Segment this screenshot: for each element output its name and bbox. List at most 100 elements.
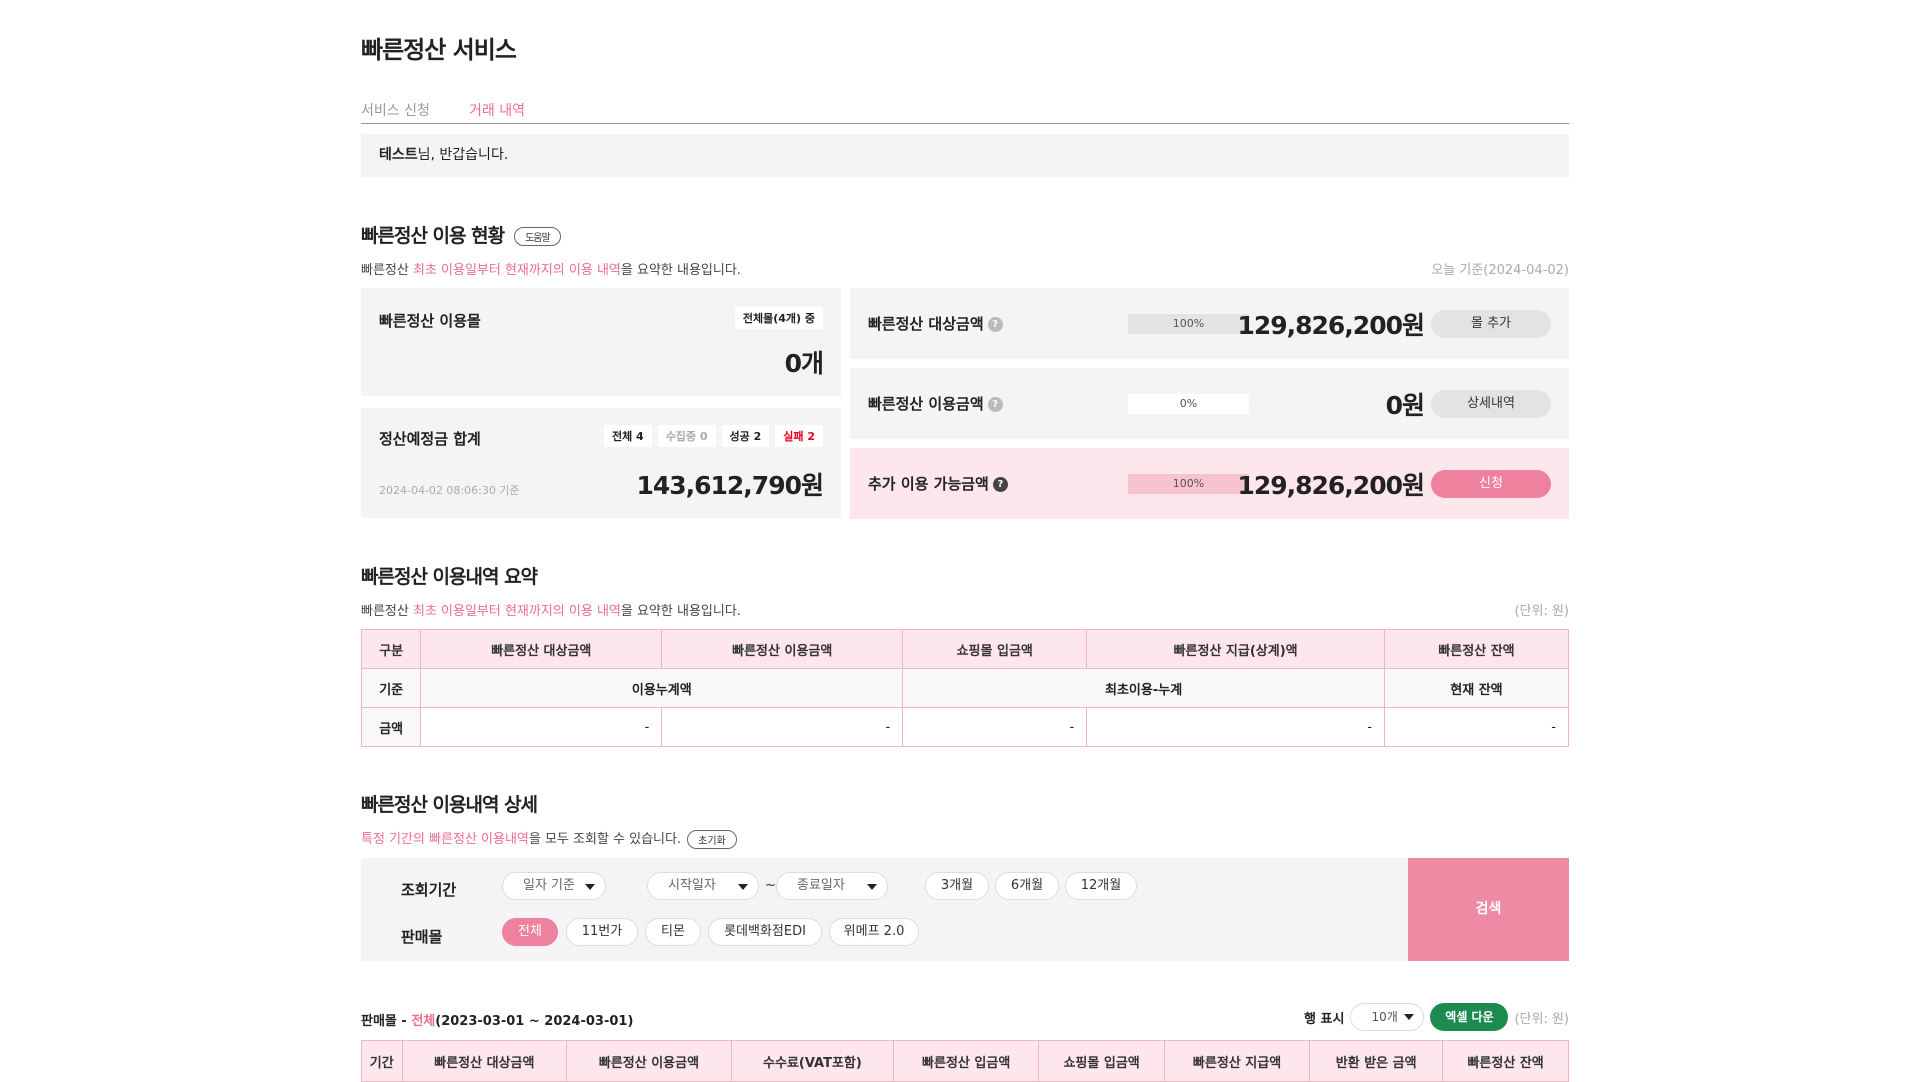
mall-chip-tmon[interactable]: 티몬	[645, 918, 701, 946]
mall-chip-wemakeprice[interactable]: 위메프 2.0	[829, 918, 919, 946]
apply-button[interactable]: 신청	[1431, 470, 1551, 498]
status-title-text: 빠른정산 이용 현황	[361, 225, 505, 247]
tag-fail: 실패 2	[775, 425, 823, 447]
mall-chip-lotte-edi[interactable]: 롯데백화점EDI	[708, 918, 822, 946]
end-date-value: 종료일자	[797, 878, 845, 893]
date-note: 오늘 기준(2024-04-02)	[1431, 263, 1569, 278]
add-mall-button[interactable]: 몰 추가	[1431, 310, 1551, 338]
settle-tags: 전체 4 수집중 0 성공 2 실패 2	[598, 425, 823, 447]
status-description: 빠른정산 최초 이용일부터 현재까지의 이용 내역을 요약한 내용입니다.	[361, 259, 741, 278]
used-amount-value: 0원	[1385, 391, 1425, 420]
table-cell: -	[902, 707, 1088, 747]
malls-tag: 전체몰(4개) 중	[734, 307, 823, 329]
mall-chip-all[interactable]: 전체	[502, 918, 558, 946]
table-header: 반환 받은 금액	[1309, 1040, 1444, 1082]
target-amount-label: 빠른정산 대상금액?	[868, 313, 1003, 334]
table-header: 빠른정산 지급(상계)액	[1086, 629, 1385, 669]
help-icon[interactable]: ?	[987, 317, 1003, 332]
excel-download-button[interactable]: 엑셀 다운	[1430, 1003, 1509, 1031]
available-amount-value: 129,826,200원	[1237, 471, 1425, 500]
date-basis-value: 일자 기준	[523, 878, 575, 893]
range-6-months-button[interactable]: 6개월	[995, 872, 1059, 900]
start-date-select[interactable]: 시작일자	[647, 872, 759, 900]
target-amount-label-text: 빠른정산 대상금액	[868, 315, 984, 333]
table-row: 기간 빠른정산 대상금액 빠른정산 이용금액 수수료(VAT포함) 빠른정산 입…	[361, 1040, 1569, 1082]
table-row: 구분 빠른정산 대상금액 빠른정산 이용금액 쇼핑몰 입금액 빠른정산 지급(상…	[360, 629, 1570, 669]
available-amount-label-text: 추가 이용 가능금액	[868, 475, 989, 493]
chevron-down-icon	[738, 884, 748, 890]
detail-unit-note: (단위: 원)	[1514, 1011, 1569, 1027]
table-cell: 현재 잔액	[1383, 668, 1570, 708]
detail-desc-highlight: 특정 기간의 빠른정산 이용내역	[361, 832, 529, 847]
status-desc-highlight: 최초 이용일부터 현재까지의 이용 내역	[412, 263, 621, 278]
table-cell: -	[420, 707, 663, 747]
mall-chip-11st[interactable]: 11번가	[566, 918, 638, 946]
range-3-months-button[interactable]: 3개월	[925, 872, 989, 900]
user-name: 테스트	[379, 147, 418, 163]
result-prefix: 판매몰 -	[361, 1014, 412, 1029]
tab-service-apply[interactable]: 서비스 신청	[361, 100, 430, 120]
tag-all: 전체 4	[603, 425, 652, 447]
available-amount-label: 추가 이용 가능금액?	[868, 473, 1008, 494]
table-header: 빠른정산 이용금액	[566, 1040, 732, 1082]
chevron-down-icon	[585, 884, 595, 890]
table-header: 기간	[361, 1040, 403, 1082]
table-row: 금액 - - - - -	[360, 707, 1570, 747]
search-button[interactable]: 검색	[1408, 858, 1569, 961]
summary-desc-post: 을 요약한 내용입니다.	[620, 604, 741, 619]
used-amount-row: 빠른정산 이용금액? 0% 0원 상세내역	[850, 368, 1569, 439]
detail-description: 특정 기간의 빠른정산 이용내역을 모두 조회할 수 있습니다. 초기화	[361, 828, 737, 849]
tag-collecting: 수집중 0	[657, 425, 716, 447]
status-desc-pre: 빠른정산	[361, 263, 413, 278]
target-amount-percent: 100%	[1172, 317, 1205, 330]
table-cell: -	[1383, 707, 1570, 747]
detail-table: 기간 빠른정산 대상금액 빠른정산 이용금액 수수료(VAT포함) 빠른정산 입…	[361, 1040, 1569, 1082]
chevron-down-icon	[1404, 1014, 1415, 1020]
details-button[interactable]: 상세내역	[1431, 390, 1551, 418]
date-basis-select[interactable]: 일자 기준	[502, 872, 606, 900]
table-row: 기준 이용누계액 최초이용-누계 현재 잔액	[360, 668, 1570, 708]
table-header: 구분	[360, 629, 422, 669]
rows-per-page-select[interactable]: 10개	[1350, 1003, 1425, 1031]
result-toolbar: 행 표시 10개 엑셀 다운 (단위: 원)	[1304, 1003, 1569, 1031]
status-section-title: 빠른정산 이용 현황 도움말	[361, 221, 561, 248]
detail-section-title: 빠른정산 이용내역 상세	[361, 794, 538, 816]
table-header: 쇼핑몰 입금액	[902, 629, 1088, 669]
range-12-months-button[interactable]: 12개월	[1065, 872, 1137, 900]
help-button[interactable]: 도움말	[514, 227, 561, 246]
summary-description: 빠른정산 최초 이용일부터 현재까지의 이용 내역을 요약한 내용입니다.	[361, 600, 741, 619]
result-caption: 판매몰 - 전체(2023-03-01 ~ 2024-03-01)	[361, 1010, 633, 1029]
used-amount-label-text: 빠른정산 이용금액	[868, 395, 984, 413]
settle-total: 143,612,790원	[636, 471, 824, 500]
greeting-bar: 테스트님, 반갑습니다.	[361, 134, 1569, 177]
available-amount-row: 추가 이용 가능금액? 100% 129,826,200원 신청	[850, 448, 1569, 519]
table-header: 수수료(VAT포함)	[730, 1040, 895, 1082]
table-cell: 금액	[360, 707, 422, 747]
available-amount-percent: 100%	[1172, 477, 1205, 490]
detail-desc-post: 을 모두 조회할 수 있습니다.	[528, 832, 682, 847]
rows-per-page-label: 행 표시	[1304, 1011, 1345, 1027]
help-icon[interactable]: ?	[987, 397, 1003, 412]
used-amount-label: 빠른정산 이용금액?	[868, 393, 1003, 414]
end-date-select[interactable]: 종료일자	[776, 872, 888, 900]
status-desc-post: 을 요약한 내용입니다.	[620, 263, 741, 278]
rows-per-page-value: 10개	[1371, 1010, 1398, 1024]
mall-label: 판매몰	[401, 928, 443, 946]
settle-card: 정산예정금 합계 전체 4 수집중 0 성공 2 실패 2 2024-04-02 08…	[361, 408, 841, 518]
tag-success: 성공 2	[721, 425, 770, 447]
malls-count: 0개	[784, 349, 824, 378]
start-date-value: 시작일자	[668, 878, 716, 893]
used-amount-bar: 0%	[1128, 394, 1249, 414]
result-mall: 전체	[411, 1014, 436, 1029]
tab-transaction-history[interactable]: 거래 내역	[469, 100, 525, 120]
reset-button[interactable]: 초기화	[687, 830, 737, 849]
table-cell: 최초이용-누계	[902, 668, 1385, 708]
result-range: (2023-03-01 ~ 2024-03-01)	[435, 1014, 634, 1029]
target-amount-row: 빠른정산 대상금액? 100% 129,826,200원 몰 추가	[850, 288, 1569, 359]
table-header: 빠른정산 지급액	[1163, 1040, 1311, 1082]
date-range-separator: ~	[765, 878, 776, 893]
malls-card-label: 빠른정산 이용몰	[379, 312, 481, 330]
used-amount-percent: 0%	[1179, 397, 1198, 410]
help-icon[interactable]: ?	[992, 477, 1008, 492]
table-cell: -	[661, 707, 904, 747]
